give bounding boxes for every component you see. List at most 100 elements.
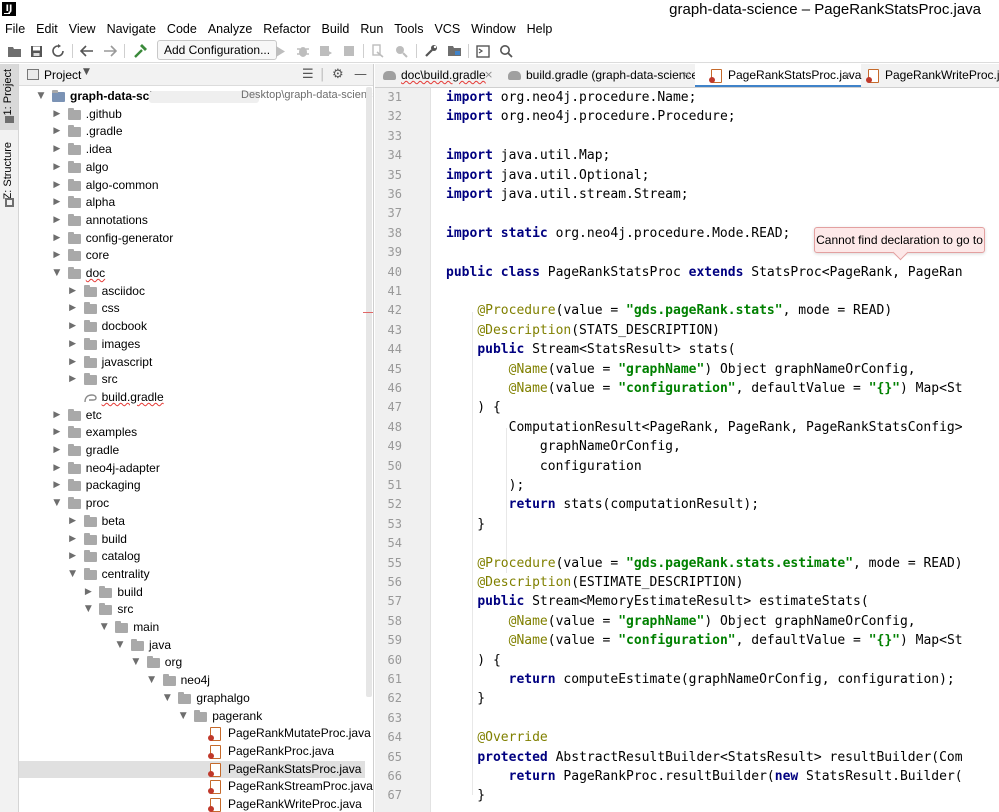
run-icon[interactable] [272,43,288,59]
menu-refactor[interactable]: Refactor [263,22,310,36]
tree-folder-item[interactable]: ▶ core [19,247,365,265]
sync-icon[interactable] [50,43,66,59]
tree-folder-item[interactable]: ▼ proc [19,495,365,513]
chevron-right-icon[interactable]: ▶ [52,233,62,244]
terminal-icon[interactable] [475,43,491,59]
project-tool-window-button[interactable]: 1: Project [0,64,18,130]
coverage-icon[interactable] [318,43,334,59]
tree-folder-item[interactable]: ▶ catalog [19,548,365,566]
chevron-right-icon[interactable]: ▶ [68,534,78,545]
chevron-down-icon[interactable]: ▼ [131,657,141,668]
forward-icon[interactable] [102,43,118,59]
gear-icon[interactable]: ⚙ [332,67,344,82]
tree-folder-item[interactable]: ▶ build [19,531,365,549]
chevron-right-icon[interactable]: ▶ [52,144,62,155]
close-icon[interactable]: × [484,68,493,81]
tree-folder-item[interactable]: ▶ css [19,300,365,318]
build-hammer-icon[interactable] [132,43,148,59]
structure-tool-window-button[interactable]: Z: Structure [0,136,18,212]
tree-folder-item[interactable]: ▶ algo-common [19,177,365,195]
tree-folder-item[interactable]: ▼ pagerank [19,708,365,726]
menu-navigate[interactable]: Navigate [107,22,156,36]
tree-folder-item[interactable]: ▼ src [19,601,365,619]
chevron-down-icon[interactable]: ▼ [36,91,46,102]
chevron-down-icon[interactable]: ▼ [83,67,90,77]
open-icon[interactable] [6,43,22,59]
menu-view[interactable]: View [69,22,96,36]
menu-tools[interactable]: Tools [394,22,423,36]
menu-code[interactable]: Code [167,22,197,36]
chevron-right-icon[interactable]: ▶ [52,162,62,173]
add-configuration-button[interactable]: Add Configuration... [157,40,278,60]
tree-file-item[interactable]: PageRankStatsProc.java [19,760,365,779]
tree-folder-item[interactable]: ▶ asciidoc [19,283,365,301]
project-structure-icon[interactable] [446,43,462,59]
chevron-right-icon[interactable]: ▶ [52,109,62,120]
tree-folder-item[interactable]: ▼ graph-data-science Desktop\graph-data-sc… [19,88,373,106]
attach-icon[interactable] [370,43,386,59]
debug-icon[interactable] [295,43,311,59]
save-icon[interactable] [28,43,44,59]
chevron-down-icon[interactable]: ▼ [178,711,188,722]
chevron-right-icon[interactable]: ▶ [52,427,62,438]
editor-tab[interactable]: PageRankWriteProc.java [862,64,999,87]
tree-folder-item[interactable]: ▶ .gradle [19,123,365,141]
tree-folder-item[interactable]: ▶ images [19,336,365,354]
tree-folder-item[interactable]: ▶ javascript [19,354,365,372]
chevron-right-icon[interactable]: ▶ [52,463,62,474]
chevron-down-icon[interactable]: ▼ [68,569,78,580]
menu-file[interactable]: File [5,22,25,36]
tree-file-item[interactable]: PageRankWriteProc.java [19,796,365,812]
close-icon[interactable]: × [843,68,852,81]
chevron-down-icon[interactable]: ▼ [52,498,62,509]
tree-folder-item[interactable]: ▼ org [19,654,365,672]
chevron-right-icon[interactable]: ▶ [52,197,62,208]
menu-build[interactable]: Build [322,22,350,36]
settings-wrench-icon[interactable] [423,43,439,59]
tree-folder-item[interactable]: ▶ alpha [19,194,365,212]
chevron-right-icon[interactable]: ▶ [52,250,62,261]
chevron-right-icon[interactable]: ▶ [68,374,78,385]
tree-scrollbar[interactable] [366,87,372,697]
chevron-down-icon[interactable]: ▼ [99,622,109,633]
chevron-right-icon[interactable]: ▶ [68,357,78,368]
menu-help[interactable]: Help [527,22,553,36]
chevron-right-icon[interactable]: ▶ [52,126,62,137]
tree-folder-item[interactable]: ▶ algo [19,159,365,177]
tree-folder-item[interactable]: ▶ beta [19,513,365,531]
chevron-right-icon[interactable]: ▶ [68,339,78,350]
tree-folder-item[interactable]: ▶ build [19,584,365,602]
tree-folder-item[interactable]: ▶ annotations [19,212,365,230]
search-icon[interactable] [498,43,514,59]
tree-folder-item[interactable]: ▼ java [19,637,365,655]
tree-folder-item[interactable]: ▶ .github [19,106,365,124]
chevron-down-icon[interactable]: ▼ [115,640,125,651]
chevron-right-icon[interactable]: ▶ [52,215,62,226]
menu-run[interactable]: Run [360,22,383,36]
editor-tab[interactable]: PageRankStatsProc.java × [695,64,861,87]
chevron-right-icon[interactable]: ▶ [68,286,78,297]
tree-folder-item[interactable]: ▶ packaging [19,477,365,495]
chevron-right-icon[interactable]: ▶ [68,516,78,527]
chevron-down-icon[interactable]: ▼ [83,604,93,615]
menu-window[interactable]: Window [471,22,515,36]
chevron-right-icon[interactable]: ▶ [68,321,78,332]
hide-panel-icon[interactable]: — [354,67,367,82]
chevron-right-icon[interactable]: ▶ [52,480,62,491]
tree-file-item[interactable]: PageRankProc.java [19,743,365,761]
tree-folder-item[interactable]: ▶ gradle [19,442,365,460]
editor-tab[interactable]: doc\build.gradle × [375,64,497,87]
tree-folder-item[interactable]: ▶ neo4j-adapter [19,460,365,478]
editor-tab[interactable]: build.gradle (graph-data-science) × [498,64,702,87]
tree-folder-item[interactable]: ▼ main [19,619,365,637]
tree-folder-item[interactable]: ▶ docbook [19,318,365,336]
chevron-right-icon[interactable]: ▶ [52,445,62,456]
close-icon[interactable]: × [682,68,691,81]
chevron-down-icon[interactable]: ▼ [162,693,172,704]
menu-edit[interactable]: Edit [36,22,58,36]
tree-folder-item[interactable]: ▼ centrality [19,566,365,584]
chevron-right-icon[interactable]: ▶ [52,180,62,191]
tree-file-item[interactable]: PageRankMutateProc.java [19,725,371,743]
profile-icon[interactable] [393,43,409,59]
chevron-right-icon[interactable]: ▶ [52,410,62,421]
